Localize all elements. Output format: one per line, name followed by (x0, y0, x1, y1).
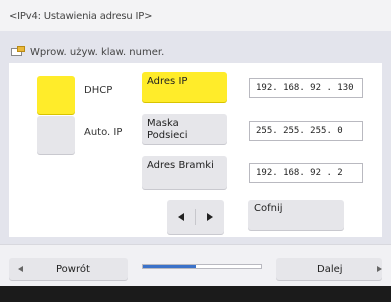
next-label: Dalej (317, 263, 343, 275)
gateway-button[interactable]: Adres Bramki (142, 156, 227, 189)
ip-address-field[interactable]: 192. 168. 92 . 130 (249, 78, 363, 98)
back-label: Powrót (56, 263, 90, 275)
next-arrow-icon (376, 266, 382, 272)
gateway-field[interactable]: 192. 168. 92 . 2 (249, 163, 363, 183)
back-arrow-icon (18, 266, 23, 272)
cursor-left-button[interactable] (167, 200, 195, 234)
screen-title: <IPv4: Ustawienia adresu IP> (9, 11, 153, 22)
subnet-mask-button[interactable]: Maska Podsieci (142, 114, 227, 144)
undo-button[interactable]: Cofnij (248, 200, 344, 230)
hint-bar: Wprow. używ. klaw. numer. (11, 44, 164, 60)
auto-ip-label: Auto. IP (84, 127, 123, 138)
subnet-mask-field[interactable]: 255. 255. 255. 0 (249, 121, 363, 141)
auto-ip-checkbox[interactable] (37, 116, 75, 154)
arrow-right-icon (207, 213, 213, 221)
next-button[interactable]: Dalej (276, 258, 382, 280)
cursor-arrows (167, 200, 224, 234)
hint-text: Wprow. używ. klaw. numer. (30, 46, 165, 58)
arrow-left-icon (178, 213, 184, 221)
cursor-right-button[interactable] (196, 200, 224, 234)
back-button[interactable]: Powrót (9, 258, 128, 280)
keyboard-icon (11, 46, 25, 58)
footer-bar (0, 286, 391, 302)
ip-address-button[interactable]: Adres IP (142, 72, 227, 102)
dhcp-checkbox[interactable] (37, 76, 75, 114)
progress-bar (142, 264, 262, 269)
dhcp-label: DHCP (84, 85, 113, 96)
progress-fill (143, 265, 197, 268)
